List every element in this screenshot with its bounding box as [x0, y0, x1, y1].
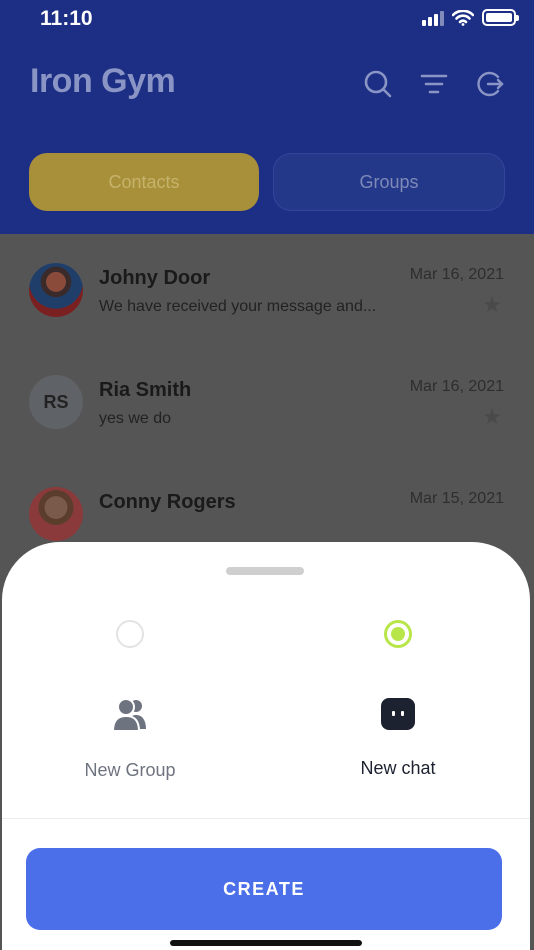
status-bar: 11:10 [0, 0, 534, 40]
avatar: RS [29, 375, 83, 429]
tab-contacts[interactable]: Contacts [29, 153, 259, 211]
search-icon[interactable] [362, 68, 394, 100]
list-item[interactable]: Johny Door We have received your message… [0, 234, 534, 346]
radio-new-group[interactable] [116, 620, 144, 648]
contact-date: Mar 16, 2021 [409, 378, 504, 395]
avatar [29, 263, 83, 317]
option-new-chat[interactable]: New chat [278, 620, 518, 790]
signal-icon [422, 10, 444, 26]
battery-icon [482, 9, 519, 26]
divider [2, 818, 530, 819]
logout-icon[interactable] [474, 68, 506, 100]
sheet-handle[interactable] [226, 567, 304, 575]
home-indicator [170, 940, 362, 946]
filter-icon[interactable] [418, 68, 450, 100]
tabs: Contacts Groups [29, 153, 505, 211]
app-title: Iron Gym [30, 62, 176, 100]
contact-name: Ria Smith [99, 379, 192, 401]
star-icon[interactable]: ★ [482, 292, 502, 318]
status-icons [422, 9, 519, 26]
star-icon[interactable]: ★ [482, 404, 502, 430]
wifi-icon [452, 9, 474, 26]
option-new-group[interactable]: New Group [10, 620, 250, 790]
chat-icon [378, 694, 418, 734]
bottom-sheet: New Group New chat CREATE [2, 542, 530, 950]
contact-name: Johny Door [99, 267, 211, 289]
contact-date: Mar 15, 2021 [409, 490, 504, 507]
users-icon [110, 694, 150, 734]
contact-message: yes we do [99, 410, 172, 427]
contact-name: Conny Rogers [99, 491, 236, 513]
create-button[interactable]: CREATE [26, 848, 502, 930]
avatar [29, 487, 83, 541]
new-group-label: New Group [84, 760, 176, 780]
app-header: 11:10 Iron Gym Contacts Groups [0, 0, 534, 234]
contact-message: We have received your message and... [99, 298, 377, 315]
status-time: 11:10 [40, 7, 93, 30]
tab-groups[interactable]: Groups [273, 153, 505, 211]
contact-date: Mar 16, 2021 [409, 266, 504, 283]
radio-new-chat[interactable] [384, 620, 412, 648]
list-item[interactable]: RS Ria Smith yes we do Mar 16, 2021 ★ [0, 346, 534, 458]
new-chat-label: New chat [360, 758, 436, 778]
header-actions [362, 68, 506, 100]
